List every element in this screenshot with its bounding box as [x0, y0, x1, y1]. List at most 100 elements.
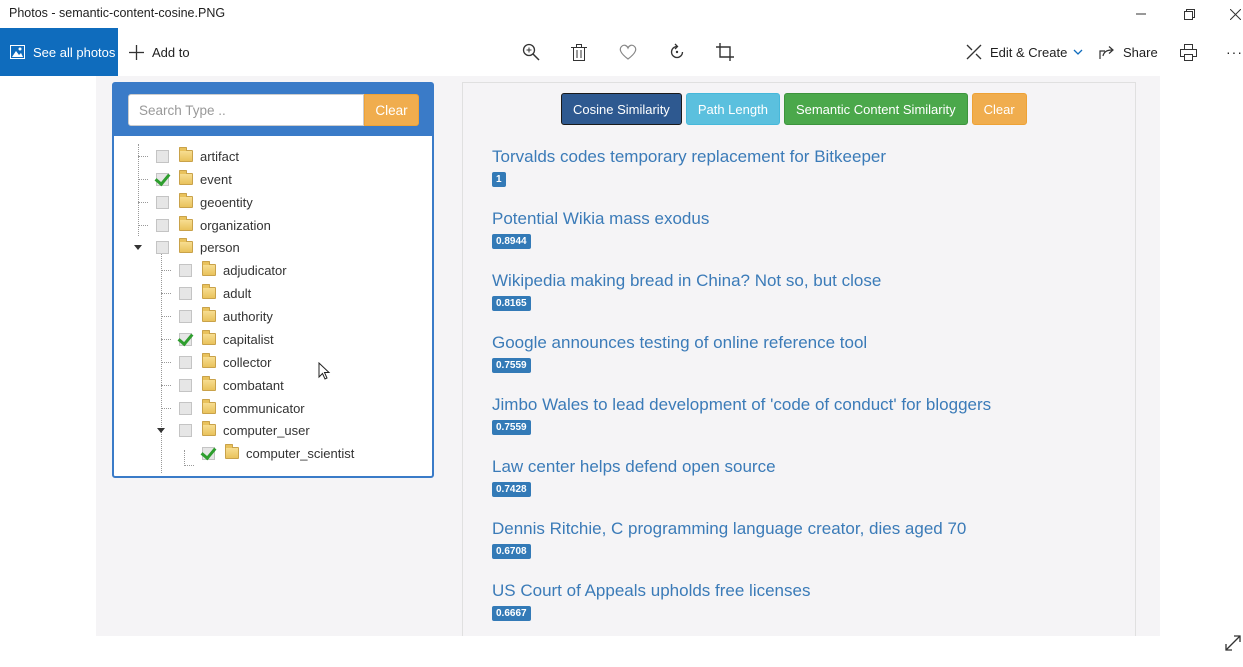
result-item: Dennis Ritchie, C programming language c…	[492, 519, 966, 559]
tree-checkbox[interactable]	[179, 401, 192, 415]
see-all-photos-button[interactable]: See all photos	[0, 28, 118, 76]
tree-checkbox[interactable]	[156, 149, 169, 163]
tree-node[interactable]: communicator	[179, 397, 305, 419]
more-icon: ···	[1226, 44, 1243, 60]
see-all-label: See all photos	[33, 44, 116, 60]
tree-checkbox[interactable]	[156, 218, 169, 232]
tree-branch	[184, 465, 194, 466]
tree-node-label: communicator	[223, 400, 305, 416]
tree-checkbox[interactable]	[179, 286, 192, 300]
tree-checkbox[interactable]	[156, 172, 169, 186]
share-button[interactable]: Share	[1099, 28, 1158, 76]
tree-node[interactable]: adult	[179, 282, 251, 304]
expand-icon[interactable]	[1224, 634, 1242, 652]
tree-branch	[138, 156, 148, 157]
restore-button[interactable]	[1166, 0, 1212, 28]
close-button[interactable]	[1212, 0, 1243, 28]
delete-button[interactable]	[559, 28, 599, 76]
favorite-button[interactable]	[608, 28, 648, 76]
folder-icon	[179, 193, 193, 208]
restore-icon	[1183, 8, 1195, 20]
tree-checkbox[interactable]	[179, 378, 192, 392]
path-length-button[interactable]: Path Length	[685, 93, 780, 125]
minimize-button[interactable]	[1118, 0, 1164, 28]
score-badge: 0.6667	[492, 606, 531, 621]
tree-node[interactable]: computer_user	[179, 419, 310, 441]
folder-icon	[202, 376, 216, 391]
tree-branch	[138, 225, 148, 226]
tree-node[interactable]: computer_scientist	[202, 442, 354, 464]
search-type-input[interactable]	[128, 94, 364, 126]
score-badge: 0.7428	[492, 482, 531, 497]
tree-checkbox[interactable]	[156, 240, 169, 254]
tree-checkbox[interactable]	[179, 309, 192, 323]
tree-node[interactable]: organization	[156, 214, 271, 236]
add-to-button[interactable]: Add to	[129, 28, 190, 76]
search-clear-button[interactable]: Clear	[364, 94, 419, 126]
chevron-down-icon	[1073, 49, 1083, 55]
tree-node[interactable]: event	[156, 168, 232, 190]
tree-node[interactable]: combatant	[179, 374, 284, 396]
crop-button[interactable]	[705, 28, 745, 76]
result-link[interactable]: US Court of Appeals upholds free license…	[492, 581, 810, 601]
tree-connector	[184, 450, 185, 466]
folder-icon	[179, 147, 193, 162]
tree-node-label: collector	[223, 354, 272, 370]
tree-checkbox[interactable]	[179, 423, 192, 437]
trash-icon	[571, 43, 587, 61]
app-toolbar: See all photos Add to Edit & Create Shar…	[0, 28, 1243, 76]
result-link[interactable]: Law center helps defend open source	[492, 457, 776, 477]
score-badge: 0.8944	[492, 234, 531, 249]
cosine-similarity-button[interactable]: Cosine Similarity	[561, 93, 682, 125]
folder-icon	[179, 170, 193, 185]
tree-branch	[161, 408, 171, 409]
tree-node-label: adult	[223, 285, 252, 301]
tree-node-label: organization	[200, 217, 271, 233]
result-link[interactable]: Google announces testing of online refer…	[492, 333, 867, 353]
tree-node[interactable]: artifact	[156, 145, 239, 167]
rotate-button[interactable]	[657, 28, 697, 76]
result-link[interactable]: Torvalds codes temporary replacement for…	[492, 147, 886, 167]
tree-node-label: artifact	[200, 148, 240, 164]
more-options-button[interactable]: ···	[1226, 28, 1243, 76]
folder-icon	[202, 421, 216, 436]
print-button[interactable]	[1168, 28, 1208, 76]
tree-node[interactable]: person	[156, 236, 240, 258]
tree-node[interactable]: adjudicator	[179, 259, 287, 281]
zoom-button[interactable]	[511, 28, 551, 76]
close-icon	[1229, 8, 1241, 20]
type-tree-panel: Clear artifact	[112, 82, 434, 478]
result-link[interactable]: Dennis Ritchie, C programming language c…	[492, 519, 966, 539]
expand-arrow-person[interactable]	[134, 245, 142, 250]
tree-node[interactable]: collector	[179, 351, 271, 373]
results-panel: Cosine Similarity Path Length Semantic C…	[462, 82, 1136, 636]
edit-create-icon	[966, 44, 982, 60]
semantic-content-similarity-button[interactable]: Semantic Content Similarity	[783, 93, 968, 125]
result-item: Google announces testing of online refer…	[492, 333, 867, 373]
score-badge: 0.6708	[492, 544, 531, 559]
tree-checkbox[interactable]	[179, 355, 192, 369]
result-link[interactable]: Potential Wikia mass exodus	[492, 209, 709, 229]
tree-checkbox[interactable]	[179, 332, 192, 346]
tree-checkbox[interactable]	[179, 263, 192, 277]
tree-node[interactable]: capitalist	[179, 328, 274, 350]
edit-create-button[interactable]: Edit & Create	[966, 28, 1083, 76]
results-clear-button[interactable]: Clear	[971, 93, 1027, 125]
score-badge: 0.7559	[492, 358, 531, 373]
result-link[interactable]: Jimbo Wales to lead development of 'code…	[492, 395, 991, 415]
tree-node[interactable]: geoentity	[156, 191, 253, 213]
tree-node-label: event	[200, 171, 232, 187]
tree-node-label: computer_user	[223, 422, 310, 438]
expand-arrow-computer-user[interactable]	[157, 428, 165, 433]
tree-checkbox[interactable]	[156, 195, 169, 209]
title-bar: Photos - semantic-content-cosine.PNG	[0, 0, 1243, 28]
tree-checkbox[interactable]	[202, 446, 215, 460]
tree-branch	[161, 293, 171, 294]
tree-node-label: adjudicator	[223, 262, 287, 278]
folder-icon	[179, 238, 193, 253]
folder-icon	[202, 330, 216, 345]
result-link[interactable]: Wikipedia making bread in China? Not so,…	[492, 271, 881, 291]
tree-branch	[161, 339, 171, 340]
tree-branch	[138, 202, 148, 203]
tree-node[interactable]: authority	[179, 305, 273, 327]
